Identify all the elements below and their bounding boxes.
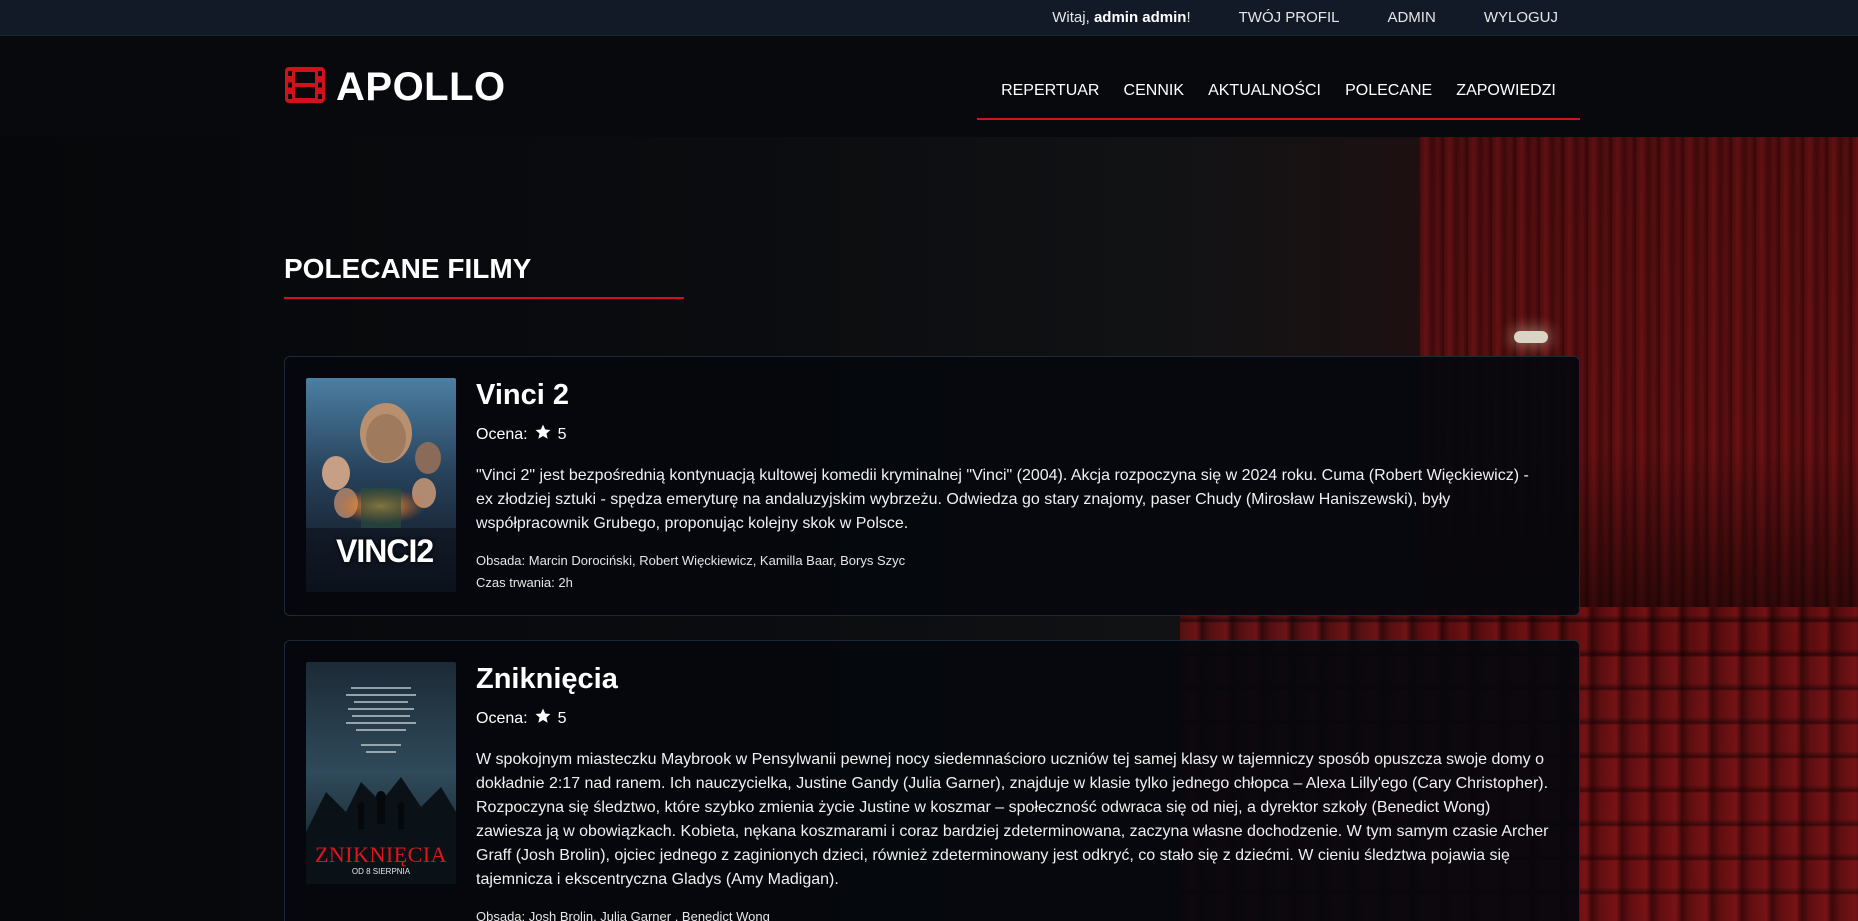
site-header: APOLLO REPERTUAR CENNIK AKTUALNOŚCI POLE…	[0, 37, 1858, 137]
movie-title[interactable]: Vinci 2	[476, 379, 1549, 411]
rating-value: 5	[557, 709, 567, 727]
admin-link[interactable]: ADMIN	[1387, 9, 1435, 26]
nav-polecane[interactable]: POLECANE	[1345, 82, 1432, 104]
section-title: POLECANE FILMY	[284, 253, 532, 284]
poster-title: VINCI2	[336, 533, 434, 569]
account-links: TWÓJ PROFIL ADMIN WYLOGUJ	[1239, 9, 1558, 26]
movie-poster[interactable]: ZNIKNIĘCIA OD 8 SIERPNIA	[306, 662, 456, 884]
nav-aktualnosci[interactable]: AKTUALNOŚCI	[1208, 82, 1321, 104]
poster-subtitle: OD 8 SIERPNIA	[351, 867, 411, 876]
rating-label: Ocena:	[476, 425, 528, 443]
film-icon	[284, 66, 326, 109]
logout-link[interactable]: WYLOGUJ	[1484, 9, 1558, 26]
site-logo[interactable]: APOLLO	[284, 64, 506, 109]
greeting: Witaj, admin admin!	[1052, 9, 1191, 26]
profile-link[interactable]: TWÓJ PROFIL	[1239, 9, 1340, 26]
rating-value: 5	[557, 425, 567, 443]
nav-repertuar[interactable]: REPERTUAR	[1001, 82, 1099, 104]
logo-text: APOLLO	[336, 64, 506, 109]
rating-label: Ocena:	[476, 709, 528, 727]
star-icon	[534, 707, 552, 730]
main-nav: REPERTUAR CENNIK AKTUALNOŚCI POLECANE ZA…	[977, 67, 1580, 120]
username: admin admin	[1093, 9, 1187, 26]
exit-lamp	[1514, 331, 1548, 343]
account-bar: Witaj, admin admin! TWÓJ PROFIL ADMIN WY…	[0, 0, 1858, 36]
movie-description: "Vinci 2" jest bezpośrednią kontynuacją …	[476, 467, 1529, 532]
movie-title[interactable]: Zniknięcia	[476, 663, 1549, 695]
movie-poster[interactable]: VINCI2	[306, 378, 456, 592]
movie-card[interactable]: ZNIKNIĘCIA OD 8 SIERPNIA Zniknięcia Ocen…	[284, 640, 1580, 921]
movie-duration: Czas trwania: 2h	[476, 575, 573, 590]
poster-title: ZNIKNIĘCIA	[314, 842, 448, 867]
movie-card[interactable]: VINCI2 Vinci 2 Ocena: 5 "Vinci 2" jest b…	[284, 356, 1580, 616]
section-underline	[284, 297, 684, 299]
movie-cast: Obsada: Marcin Dorociński, Robert Więcki…	[476, 553, 906, 568]
movie-cast: Obsada: Josh Brolin, Julia Garner , Bene…	[476, 909, 770, 921]
movie-rating: Ocena: 5	[476, 707, 1549, 730]
star-icon	[534, 423, 552, 446]
movie-description: W spokojnym miasteczku Maybrook w Pensyl…	[476, 751, 1549, 888]
movie-rating: Ocena: 5	[476, 423, 1549, 446]
nav-zapowiedzi[interactable]: ZAPOWIEDZI	[1456, 82, 1556, 104]
cinema-background: POLECANE FILMY VINCI2 Vinci 2 Ocena: 5 "…	[0, 137, 1858, 921]
nav-cennik[interactable]: CENNIK	[1124, 82, 1184, 104]
